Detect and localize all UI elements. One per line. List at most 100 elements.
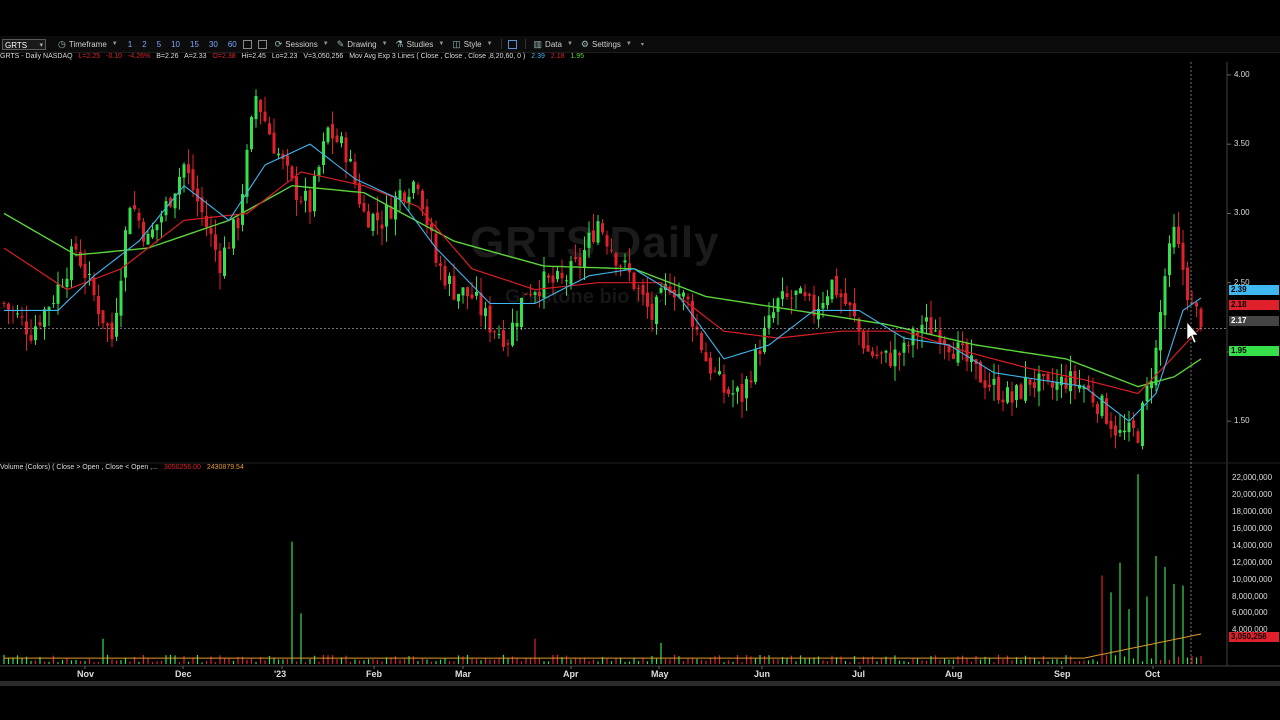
- time-axis-label: Apr: [563, 669, 579, 679]
- volume-bar: [840, 656, 842, 664]
- volume-bar: [952, 659, 955, 664]
- volume-bar: [300, 613, 302, 664]
- volume-bar: [853, 656, 856, 664]
- volume-axis-label: 16,000,000: [1232, 524, 1273, 534]
- candle-body: [596, 221, 600, 243]
- volume-badge: 3,050,256: [1229, 632, 1279, 642]
- candle-body: [2, 302, 6, 304]
- volume-average-line: [4, 633, 1202, 659]
- price-axis-label: 1.50: [1234, 416, 1250, 426]
- candle-body: [1019, 384, 1023, 399]
- volume-bar: [1056, 659, 1058, 664]
- candle-body: [331, 124, 334, 139]
- candle-body: [191, 169, 195, 191]
- candle-body: [1001, 399, 1005, 403]
- volume-bar: [1092, 659, 1094, 664]
- candle-body: [866, 345, 870, 352]
- candle-body: [250, 117, 253, 150]
- volume-bar: [966, 657, 968, 664]
- volume-bar: [124, 657, 127, 664]
- candle-body: [560, 272, 564, 279]
- volume-bar: [1069, 656, 1072, 664]
- volume-bar: [736, 654, 739, 664]
- candle-body: [416, 184, 420, 190]
- candle-body: [844, 293, 847, 305]
- candle-body: [1132, 420, 1135, 429]
- volume-bar: [565, 655, 568, 664]
- horizontal-scrollbar[interactable]: [0, 681, 1280, 686]
- volume-bar: [1042, 655, 1045, 664]
- candle-body: [578, 257, 582, 266]
- volume-bar: [165, 655, 167, 664]
- volume-bar: [610, 661, 613, 664]
- candle-body: [565, 280, 568, 282]
- candle-body: [317, 167, 321, 176]
- volume-bar: [858, 661, 860, 664]
- candle-body: [875, 354, 879, 357]
- time-axis-label: Sep: [1054, 669, 1071, 679]
- volume-bar: [102, 638, 104, 664]
- candle-body: [956, 342, 960, 363]
- time-axis-label: '23: [274, 669, 287, 679]
- candle-body: [101, 310, 105, 324]
- price-axis-label: 4.00: [1234, 69, 1250, 79]
- volume-bar: [579, 658, 581, 664]
- ma20-line: [3, 171, 1202, 395]
- time-axis-label: Aug: [945, 669, 963, 679]
- time-axis-label: Nov: [77, 669, 95, 679]
- candle-body: [740, 383, 744, 402]
- volume-bar: [525, 658, 527, 664]
- candle-body: [529, 294, 532, 296]
- candle-body: [745, 379, 748, 399]
- volume-bar: [331, 655, 334, 664]
- volume-bar: [448, 661, 451, 664]
- volume-bar: [48, 661, 50, 664]
- candle-body: [992, 378, 996, 385]
- candle-body: [520, 297, 523, 328]
- volume-bar: [790, 655, 793, 664]
- volume-bar: [183, 656, 185, 664]
- volume-bar: [651, 655, 653, 664]
- volume-bar: [169, 654, 172, 664]
- volume-bar: [943, 658, 946, 664]
- volume-bar: [1146, 596, 1148, 664]
- volume-bar: [511, 656, 514, 664]
- volume-bar: [1128, 609, 1130, 664]
- candle-body: [1055, 381, 1059, 390]
- volume-bar: [430, 661, 433, 664]
- candle-body: [479, 292, 483, 316]
- candle-body: [457, 293, 460, 302]
- volume-bar: [84, 661, 86, 664]
- candle-body: [1060, 376, 1063, 386]
- candle-body: [934, 330, 937, 332]
- candle-body: [767, 315, 771, 328]
- volume-bar: [1168, 659, 1171, 664]
- volume-bar: [282, 659, 284, 664]
- volume-bar: [745, 655, 748, 664]
- candle-body: [884, 350, 888, 353]
- volume-bar: [66, 657, 68, 664]
- volume-bar: [1110, 592, 1112, 664]
- price-chart[interactable]: [0, 0, 1280, 720]
- volume-bar: [669, 659, 671, 664]
- candle-body: [52, 303, 55, 305]
- candle-body: [304, 190, 307, 201]
- candle-body: [736, 387, 739, 392]
- candle-body: [20, 316, 24, 318]
- volume-bar: [498, 657, 500, 664]
- volume-bar: [1159, 660, 1162, 664]
- candle-body: [1181, 242, 1185, 270]
- candle-body: [43, 309, 46, 327]
- candle-body: [713, 370, 717, 372]
- volume-bar: [408, 656, 410, 664]
- volume-bar: [786, 657, 788, 664]
- candle-body: [461, 287, 465, 296]
- volume-bar: [606, 658, 608, 664]
- volume-bar: [750, 656, 752, 664]
- candle-body: [1186, 267, 1189, 301]
- candle-body: [412, 181, 415, 194]
- volume-bar: [120, 660, 122, 664]
- candle-body: [115, 312, 118, 337]
- volume-bar: [349, 661, 352, 664]
- candle-body: [547, 275, 550, 278]
